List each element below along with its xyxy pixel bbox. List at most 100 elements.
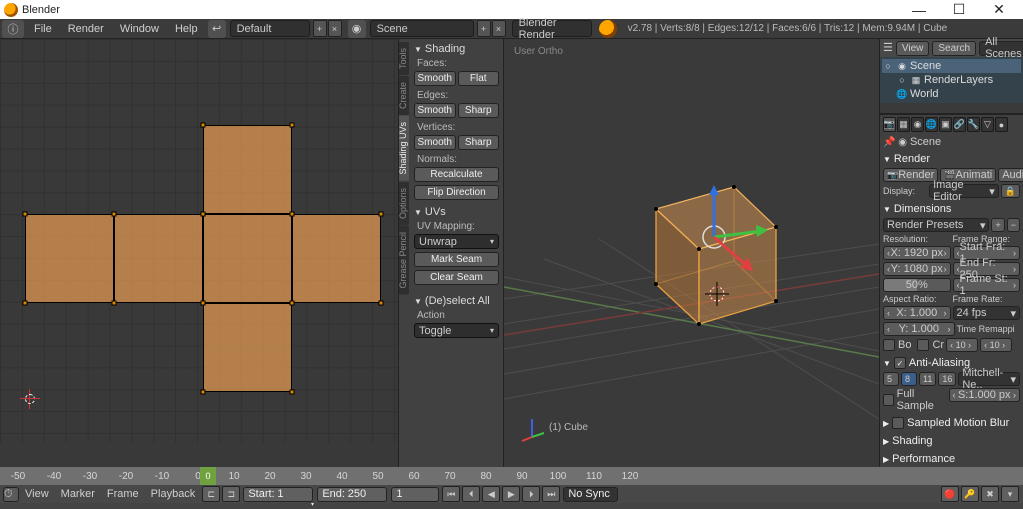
aa-8[interactable]: 8 (901, 372, 917, 386)
scene-del-button[interactable]: × (492, 20, 506, 37)
tab-shading-uvs[interactable]: Shading UVs (398, 116, 409, 181)
tab-options[interactable]: Options (398, 182, 409, 225)
motionblur-header[interactable]: ▶Sampled Motion Blur (883, 414, 1020, 432)
verts-smooth-button[interactable]: Smooth (414, 135, 456, 150)
layout-del-button[interactable]: × (328, 20, 342, 37)
aa-11[interactable]: 11 (919, 372, 936, 386)
current-frame-input[interactable]: 1 (391, 487, 439, 502)
screen-layout-field[interactable]: Default (230, 20, 310, 37)
tab-tools[interactable]: Tools (398, 42, 409, 75)
flip-direction-button[interactable]: Flip Direction (414, 185, 499, 200)
scene-field[interactable]: Scene (370, 20, 474, 37)
render-engine-field[interactable]: Blender Render (512, 20, 592, 37)
keyframe-next-icon[interactable]: ⏵ (522, 486, 540, 502)
action-dropdown[interactable]: Toggle▾ (414, 323, 499, 338)
old-field[interactable]: ‹ 10 › (946, 338, 978, 352)
maximize-button[interactable]: ☐ (939, 0, 979, 19)
new-field[interactable]: ‹ 10 › (980, 338, 1012, 352)
tab-modifiers-icon[interactable]: 🔧 (967, 117, 980, 132)
scene-add-button[interactable]: + (477, 20, 491, 37)
scene-icon[interactable]: ◉ (348, 20, 366, 38)
keyframe-prev-icon[interactable]: ⏴ (462, 486, 480, 502)
timeline-view[interactable]: View (19, 488, 55, 500)
faces-flat-button[interactable]: Flat (458, 71, 500, 86)
border-checkbox[interactable] (883, 339, 895, 351)
deselect-panel-header[interactable]: ▼(De)select All (414, 293, 499, 309)
edges-sharp-button[interactable]: Sharp (458, 103, 500, 118)
verts-sharp-button[interactable]: Sharp (458, 135, 500, 150)
res-y-field[interactable]: ‹Y: 1080 px› (883, 262, 951, 276)
end-frame-input[interactable]: End: 250 (317, 487, 387, 502)
timeline-playback[interactable]: Playback (145, 488, 202, 500)
render-presets[interactable]: Render Presets▾ (883, 218, 989, 232)
tab-layers-icon[interactable]: ▦ (897, 117, 910, 132)
uv-face[interactable] (114, 214, 203, 303)
preset-add[interactable]: + (991, 218, 1004, 232)
aa-checkbox[interactable]: ✓ (894, 357, 906, 369)
uv-face[interactable] (203, 303, 292, 392)
minimize-button[interactable]: — (899, 0, 939, 19)
preset-del[interactable]: − (1007, 218, 1020, 232)
aspect-x-field[interactable]: ‹X: 1.000› (883, 306, 951, 320)
unwrap-dropdown[interactable]: Unwrap▾ (414, 234, 499, 249)
faces-smooth-button[interactable]: Smooth (414, 71, 456, 86)
autokey-icon[interactable]: 🔴 (941, 486, 959, 502)
jump-end-icon[interactable]: ⏭ (542, 486, 560, 502)
play-reverse-icon[interactable]: ◀ (482, 486, 500, 502)
aspect-y-field[interactable]: ‹Y: 1.000› (883, 322, 955, 336)
back-scene-icon[interactable]: ↩ (208, 20, 226, 38)
timeline-type-icon[interactable]: ⏱ (3, 487, 19, 502)
close-button[interactable]: ✕ (979, 0, 1019, 19)
start-frame-input[interactable]: Start: 1 (243, 487, 313, 502)
outliner-view[interactable]: View (896, 41, 930, 56)
menu-window[interactable]: Window (112, 23, 167, 35)
frame-step-field[interactable]: ‹Frame St: 1› (953, 278, 1021, 292)
timeline-frame[interactable]: Frame (101, 488, 145, 500)
tab-grease[interactable]: Grease Pencil (398, 226, 409, 295)
uv-face[interactable] (292, 214, 381, 303)
res-percent-field[interactable]: 50% (883, 278, 951, 292)
tab-data-icon[interactable]: ▽ (981, 117, 994, 132)
keying-del-icon[interactable]: ✖ (981, 486, 999, 502)
3d-viewport[interactable]: User Ortho (504, 39, 879, 503)
timeline-frames[interactable]: 0 -50-40-30 -20-100 102030 405060 708090… (0, 467, 1023, 485)
sync-mode[interactable]: No Sync (563, 487, 618, 502)
editor-type-icon[interactable]: ⓘ (2, 20, 24, 38)
audio-button[interactable]: Audio (998, 168, 1023, 182)
fps-field[interactable]: 24 fps▾ (953, 306, 1021, 320)
outliner-search[interactable]: Search (932, 41, 976, 56)
render-button[interactable]: 📷Render (883, 168, 938, 182)
aa-size-field[interactable]: ‹S:1.000 px› (949, 388, 1021, 402)
render-header[interactable]: ▼Render (883, 150, 1020, 168)
jump-start-icon[interactable]: ⏮ (442, 486, 460, 502)
outliner-type-icon[interactable]: ☰ (883, 41, 893, 56)
crop-checkbox[interactable] (917, 339, 929, 351)
aa-5[interactable]: 5 (883, 372, 899, 386)
current-frame-marker[interactable]: 0 (200, 467, 216, 485)
outliner-scene[interactable]: ○◉Scene (882, 59, 1021, 73)
tab-world-icon[interactable]: 🌐 (925, 117, 938, 132)
uvs-panel-header[interactable]: ▼UVs (414, 204, 499, 220)
menu-render[interactable]: Render (60, 23, 112, 35)
recalculate-button[interactable]: Recalculate (414, 167, 499, 182)
res-x-field[interactable]: ‹X: 1920 px› (883, 246, 951, 260)
outliner-world[interactable]: 🌐World (882, 87, 1021, 101)
timeline-marker[interactable]: Marker (55, 488, 101, 500)
mark-seam-button[interactable]: Mark Seam (414, 252, 499, 267)
display-field[interactable]: Image Editor▾ (929, 184, 999, 198)
tab-create[interactable]: Create (398, 76, 409, 115)
play-icon[interactable]: ▶ (502, 486, 520, 502)
uv-face[interactable] (203, 125, 292, 214)
menu-help[interactable]: Help (167, 23, 206, 35)
edges-smooth-button[interactable]: Smooth (414, 103, 456, 118)
layout-add-button[interactable]: + (313, 20, 327, 37)
shading-header[interactable]: ▶Shading (883, 432, 1020, 450)
range-icon[interactable]: ⊐ (222, 486, 240, 502)
keying-set-icon[interactable]: ▾ (1001, 486, 1019, 502)
tab-render-icon[interactable]: 📷 (883, 117, 896, 132)
tab-scene-icon[interactable]: ◉ (911, 117, 924, 132)
clear-seam-button[interactable]: Clear Seam (414, 270, 499, 285)
keying-icon[interactable]: 🔑 (961, 486, 979, 502)
tab-constraints-icon[interactable]: 🔗 (953, 117, 966, 132)
outliner-filter[interactable]: All Scenes (979, 41, 1023, 56)
